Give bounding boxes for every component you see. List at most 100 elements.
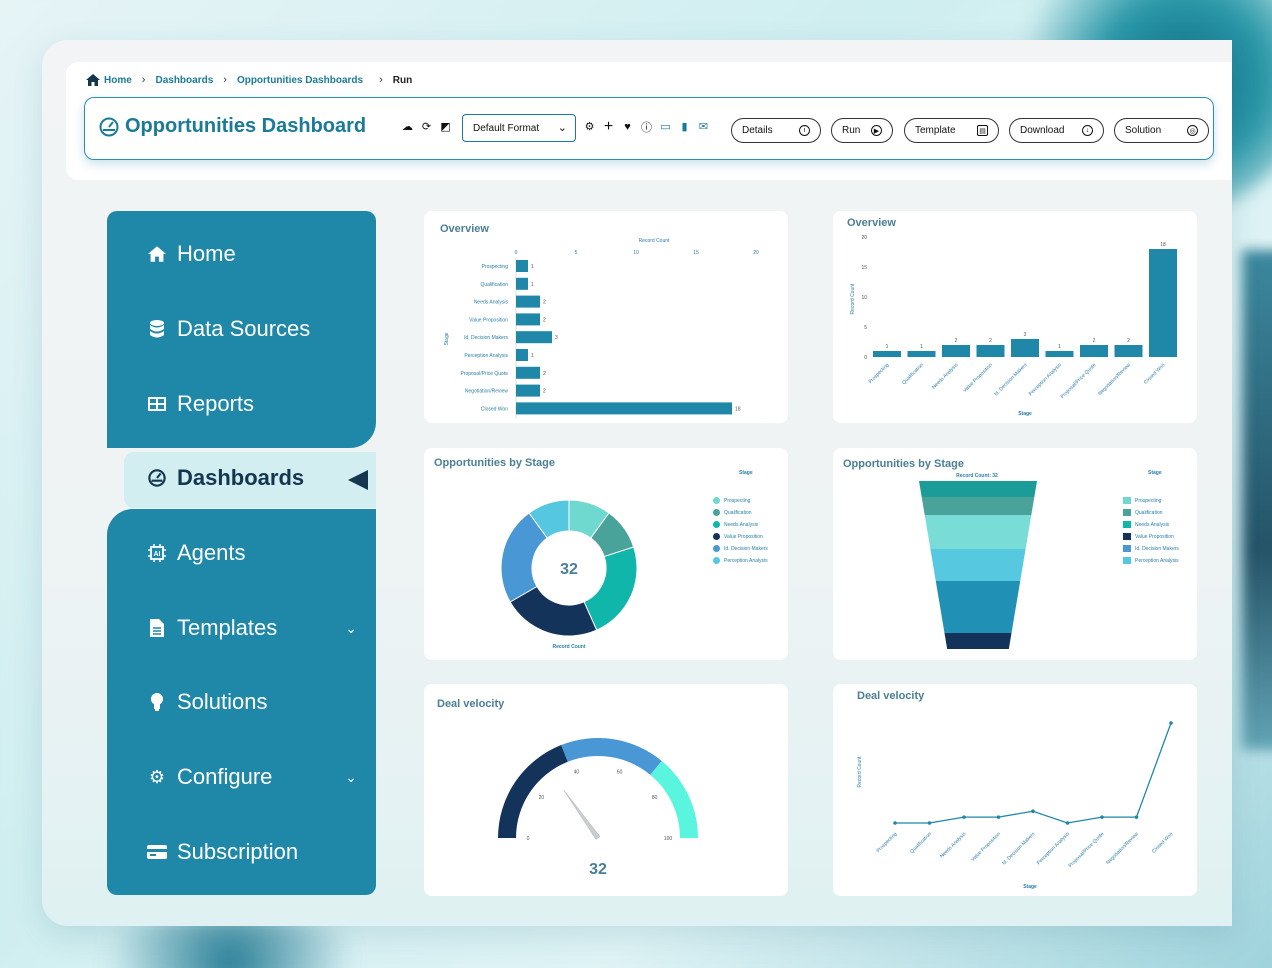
donut-legend: Prospecting Qualification Needs Analysis Va… — [713, 497, 768, 564]
y-tick-label: Negotiation/Review — [465, 389, 508, 395]
donut-slice — [583, 546, 638, 631]
sidebar-item-agents[interactable]: AI Agents — [147, 540, 246, 566]
toolbar-icons-2: ⚙ + ♥ ⓘ ▭ ▮ ✉ — [583, 118, 710, 135]
x-tick-label: Perception Analysis — [1028, 362, 1063, 397]
x-tick-label: Id. Decision Makers — [993, 362, 1029, 398]
dashboard-icon — [147, 468, 167, 488]
table-icon — [147, 394, 167, 414]
solution-button[interactable]: Solution ◎ — [1114, 118, 1209, 143]
sidebar-item-label: Home — [177, 241, 236, 266]
sidebar-item-reports[interactable]: Reports — [147, 391, 254, 417]
x-tick-label: Negotiation/Review — [1097, 362, 1132, 397]
legend-label: Id. Decision Makers — [1135, 545, 1179, 552]
mail-icon[interactable]: ✉ — [697, 120, 710, 133]
legend-item[interactable]: Prospecting — [1123, 497, 1179, 504]
legend-swatch — [713, 545, 720, 552]
legend-item[interactable]: Qualification — [713, 509, 768, 516]
y-tick-label: Qualification — [480, 282, 508, 288]
data-label: 1 — [886, 344, 889, 350]
heart-icon[interactable]: ♥ — [621, 120, 634, 133]
refresh-icon[interactable]: ⟳ — [420, 120, 433, 133]
bar — [516, 349, 528, 361]
breadcrumb-dashboards[interactable]: Dashboards — [155, 75, 213, 86]
legend-title: Stage — [739, 470, 753, 476]
y-axis-label: Stage — [444, 332, 450, 345]
y-tick-label: 10 — [861, 295, 867, 301]
funnel-segment — [924, 515, 1032, 549]
sidebar-item-configure[interactable]: ⚙ Configure ⌄ — [147, 764, 357, 790]
legend-swatch — [713, 497, 720, 504]
x-tick-label: Perception Analysis — [1036, 831, 1071, 866]
data-point — [1169, 721, 1173, 725]
x-tick-label: Needs Analysis — [939, 831, 968, 860]
legend-item[interactable]: Prospecting — [713, 497, 768, 504]
edit-icon[interactable]: ◩ — [439, 120, 452, 133]
data-label: 18 — [735, 406, 741, 412]
legend-item[interactable]: Id. Decision Makers — [713, 545, 768, 552]
legend-item[interactable]: Value Proposition — [713, 533, 768, 540]
chart-card-overview-horizontal: Overview Record Count 0 5 10 15 20 Stage Prospe… — [424, 211, 788, 423]
legend-item[interactable]: Qualification — [1123, 509, 1179, 516]
legend-item[interactable]: Id. Decision Makers — [1123, 545, 1179, 552]
format-select[interactable]: Default Format ⌄ — [462, 114, 576, 142]
legend-item[interactable]: Value Proposition — [1123, 533, 1179, 540]
data-point — [1100, 815, 1104, 819]
data-label: 2 — [1127, 338, 1130, 344]
plus-icon[interactable]: + — [602, 118, 615, 135]
document-icon[interactable]: ▮ — [678, 120, 691, 133]
breadcrumb-opportunities[interactable]: Opportunities Dashboards — [237, 75, 363, 86]
y-tick-label: 0 — [864, 355, 867, 361]
legend-label: Qualification — [1135, 509, 1163, 516]
sidebar-item-home[interactable]: Home — [147, 241, 236, 267]
file-icon: ▤ — [977, 125, 988, 136]
data-label: 3 — [1024, 332, 1027, 338]
y-tick-label: Prospecting — [482, 264, 509, 270]
x-axis-label: Record Count — [639, 238, 670, 244]
download-button-label: Download — [1020, 125, 1065, 136]
y-tick-label: Closed Won — [481, 406, 508, 412]
x-tick-label: Qualification — [909, 831, 933, 855]
x-tick-label: Proposal/Price Quote — [1060, 362, 1098, 400]
sidebar-item-templates[interactable]: Templates ⌄ — [147, 615, 357, 641]
data-label: 18 — [1160, 242, 1166, 248]
gauge-needle — [563, 789, 601, 840]
sidebar-item-dashboards[interactable]: Dashboards — [147, 465, 304, 491]
funnel-legend: Prospecting Qualification Needs Analysis Va… — [1123, 497, 1179, 564]
legend-swatch — [1123, 533, 1131, 540]
bar — [1045, 351, 1074, 357]
data-point — [893, 821, 897, 825]
legend-item[interactable]: Needs Analysis — [1123, 521, 1179, 528]
gear-icon[interactable]: ⚙ — [583, 120, 596, 133]
data-label: 2 — [543, 317, 546, 323]
data-label: 1 — [531, 353, 534, 359]
x-tick-label: 20 — [753, 250, 759, 256]
legend-item[interactable]: Perception Analysis — [1123, 557, 1179, 564]
x-axis-label: Stage — [1023, 884, 1037, 890]
template-button[interactable]: Template ▤ — [904, 118, 999, 143]
legend-item[interactable]: Perception Analysis — [713, 557, 768, 564]
sidebar-item-subscription[interactable]: Subscription — [147, 839, 298, 865]
funnel-segment — [930, 549, 1026, 581]
monitor-icon[interactable]: ▭ — [659, 120, 672, 133]
donut-center-value: 32 — [560, 561, 578, 578]
download-button[interactable]: Download ↓ — [1009, 118, 1104, 143]
run-button[interactable]: Run ▶ — [831, 118, 893, 143]
details-button[interactable]: Details i — [731, 118, 821, 143]
sidebar-item-data-sources[interactable]: Data Sources — [147, 316, 310, 342]
bar — [1080, 345, 1108, 357]
sidebar-item-solutions[interactable]: Solutions — [147, 689, 268, 715]
run-button-label: Run — [842, 125, 861, 136]
file-icon — [147, 618, 167, 638]
breadcrumb-home[interactable]: Home — [104, 75, 132, 86]
legend-label: Prospecting — [1135, 497, 1162, 504]
legend-item[interactable]: Needs Analysis — [713, 521, 768, 528]
legend-swatch — [1123, 521, 1131, 528]
cloud-download-icon[interactable]: ☁ — [401, 120, 414, 133]
data-point — [927, 821, 932, 825]
info-icon[interactable]: ⓘ — [640, 120, 653, 134]
legend-swatch — [713, 557, 720, 564]
chevron-right-icon: › — [223, 74, 227, 86]
bar — [976, 345, 1005, 357]
sidebar-item-label: Dashboards — [177, 465, 305, 490]
lightbulb-icon — [147, 692, 167, 712]
